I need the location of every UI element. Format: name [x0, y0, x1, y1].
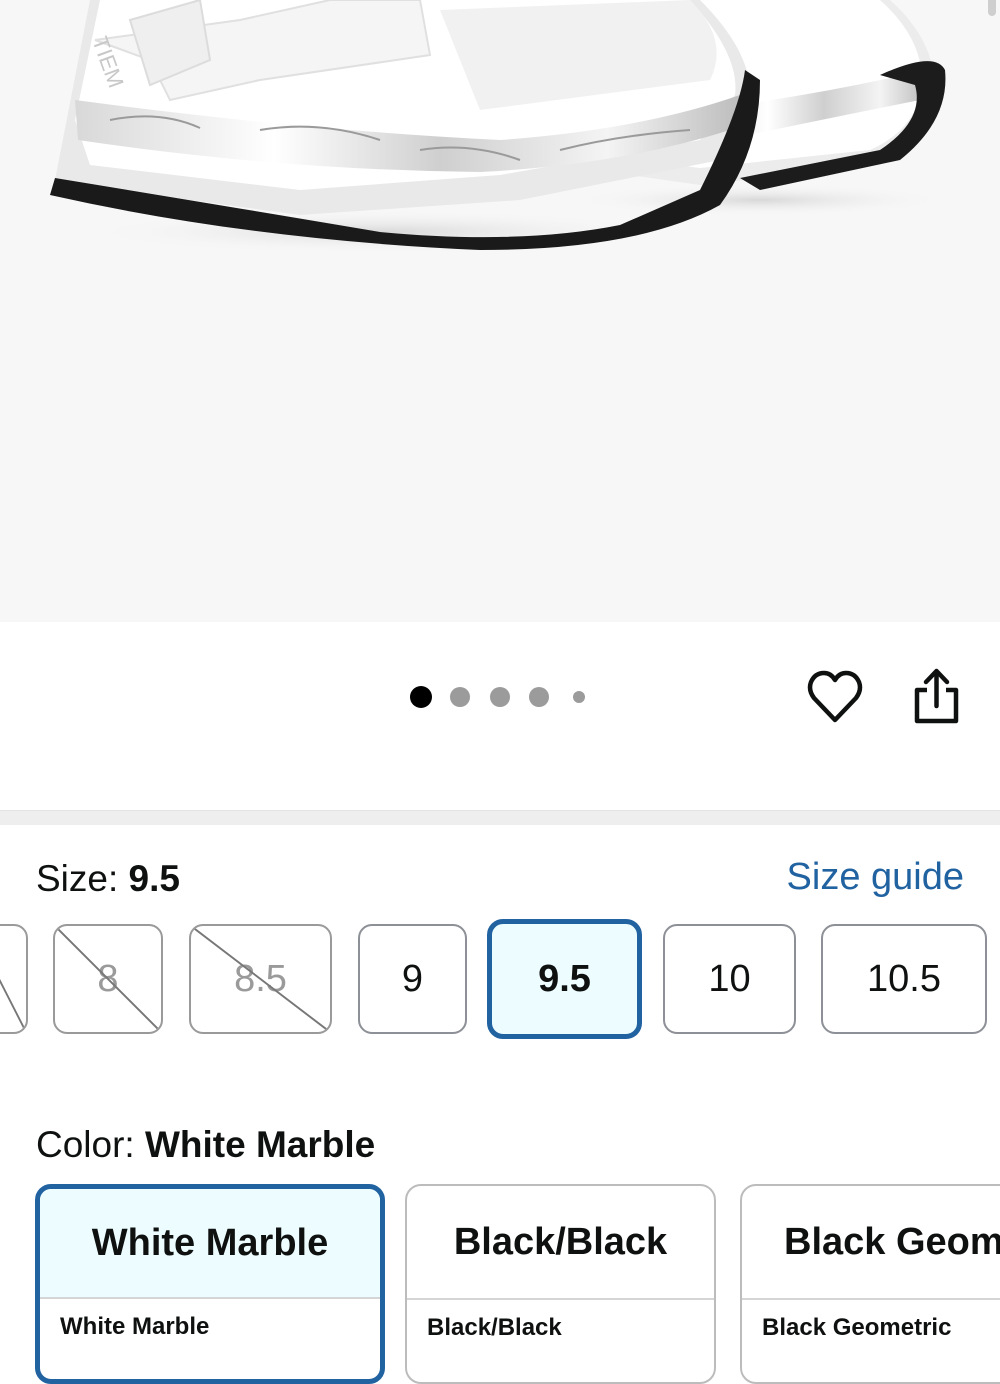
color-option-subtitle: White Marble: [40, 1297, 380, 1341]
color-option-title: White Marble: [40, 1189, 380, 1297]
color-option-subtitle: Black/Black: [407, 1298, 714, 1342]
carousel-dot[interactable]: [410, 686, 432, 708]
size-heading: Size: 9.5: [36, 858, 180, 900]
image-edge-indicator: [988, 0, 996, 16]
size-option[interactable]: 10: [663, 924, 796, 1034]
color-option-title: Black/Black: [453, 1220, 668, 1263]
color-label: Color:: [36, 1124, 135, 1165]
size-guide-link[interactable]: Size guide: [787, 856, 964, 899]
color-option-subtitle: Black Geometric: [742, 1298, 1000, 1342]
color-option-title: Black Geom: [784, 1220, 1000, 1263]
heart-icon: [807, 670, 863, 723]
size-option[interactable]: 9: [358, 924, 467, 1034]
color-option-selected[interactable]: White Marble White Marble: [35, 1184, 385, 1384]
favorite-button[interactable]: [806, 668, 864, 726]
carousel-dot[interactable]: [490, 687, 510, 707]
section-divider: [0, 810, 1000, 825]
color-option[interactable]: Black Geom Black Geometric: [740, 1184, 1000, 1384]
share-button[interactable]: [908, 666, 964, 726]
size-label: Size:: [36, 858, 119, 899]
product-image[interactable]: TIEM: [0, 0, 1000, 622]
color-selected-value: White Marble: [144, 1124, 376, 1165]
size-option[interactable]: [0, 924, 28, 1034]
color-option[interactable]: Black/Black Black/Black: [405, 1184, 716, 1384]
unavailable-strike: [191, 926, 330, 1032]
carousel-dot[interactable]: [450, 687, 470, 707]
carousel-dot[interactable]: [529, 687, 549, 707]
shoe-illustration: TIEM: [50, 0, 950, 254]
share-icon: [914, 668, 959, 724]
size-option-selected[interactable]: 9.5: [487, 919, 642, 1039]
size-selected-value: 9.5: [128, 858, 180, 899]
unavailable-strike: [0, 978, 26, 1032]
color-heading: Color: White Marble: [36, 1124, 375, 1166]
carousel-dot[interactable]: [573, 691, 585, 703]
size-option[interactable]: 10.5: [821, 924, 987, 1034]
size-option[interactable]: 8.5: [189, 924, 332, 1034]
unavailable-strike: [55, 926, 161, 1032]
size-option[interactable]: 8: [53, 924, 163, 1034]
